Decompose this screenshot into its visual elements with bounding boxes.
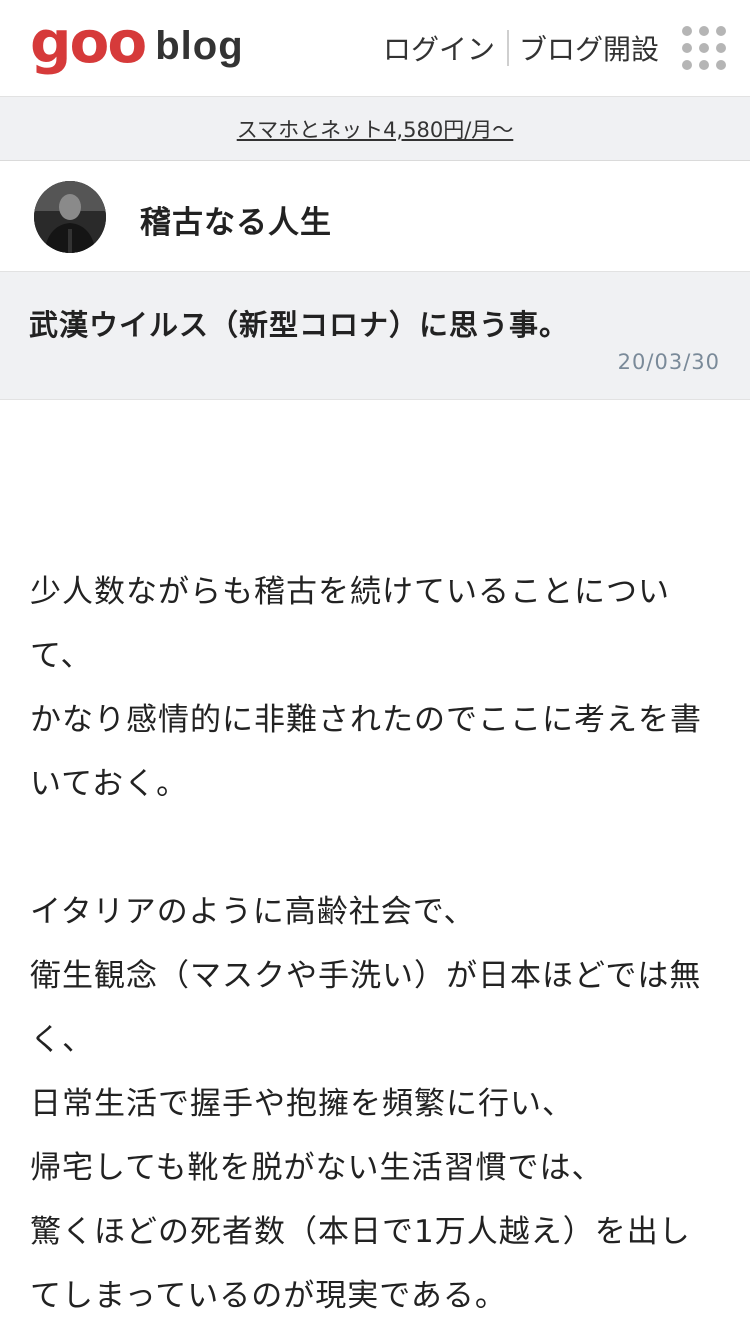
body-line: 驚くほどの死者数（本日で1万人越え）を出してしまっているのが現実である。: [30, 1214, 691, 1314]
promo-link[interactable]: スマホとネット4,580円/月～: [237, 114, 514, 144]
open-blog-link[interactable]: ブログ開設: [519, 28, 659, 68]
logo-goo-text: goo: [30, 8, 147, 76]
avatar-photo-icon: [34, 181, 106, 253]
body-line: 少人数ながらも稽古を続けていることについて、: [30, 574, 670, 674]
login-link[interactable]: ログイン: [383, 28, 495, 68]
entry-body: 少人数ながらも稽古を続けていることについて、 かなり感情的に非難されたのでここに…: [30, 560, 720, 1328]
entry-header: 武漢ウイルス（新型コロナ）に思う事。 20/03/30: [0, 272, 750, 400]
blog-title[interactable]: 稽古なる人生: [140, 197, 332, 242]
header-divider: [507, 30, 509, 66]
body-line: 衛生観念（マスクや手洗い）が日本ほどでは無く、: [30, 958, 702, 1058]
body-line: かなり感情的に非難されたのでここに考えを書いておく。: [30, 702, 702, 802]
author-avatar[interactable]: [34, 181, 106, 253]
promo-banner: スマホとネット4,580円/月～: [0, 97, 750, 161]
logo-blog-text: blog: [155, 24, 244, 68]
blog-profile-bar: 稽古なる人生: [0, 161, 750, 272]
body-line: 日常生活で握手や抱擁を頻繁に行い、: [30, 1086, 574, 1122]
body-line: イタリアのように高齢社会で、: [30, 894, 476, 930]
goo-blog-logo[interactable]: goo blog: [30, 8, 244, 76]
site-header: goo blog ログイン ブログ開設: [0, 0, 750, 97]
entry-date: 20/03/30: [617, 350, 720, 374]
grid-menu-icon[interactable]: [682, 26, 726, 70]
entry-title: 武漢ウイルス（新型コロナ）に思う事。: [29, 308, 570, 342]
body-line: 帰宅しても靴を脱がない生活習慣では、: [30, 1150, 604, 1186]
